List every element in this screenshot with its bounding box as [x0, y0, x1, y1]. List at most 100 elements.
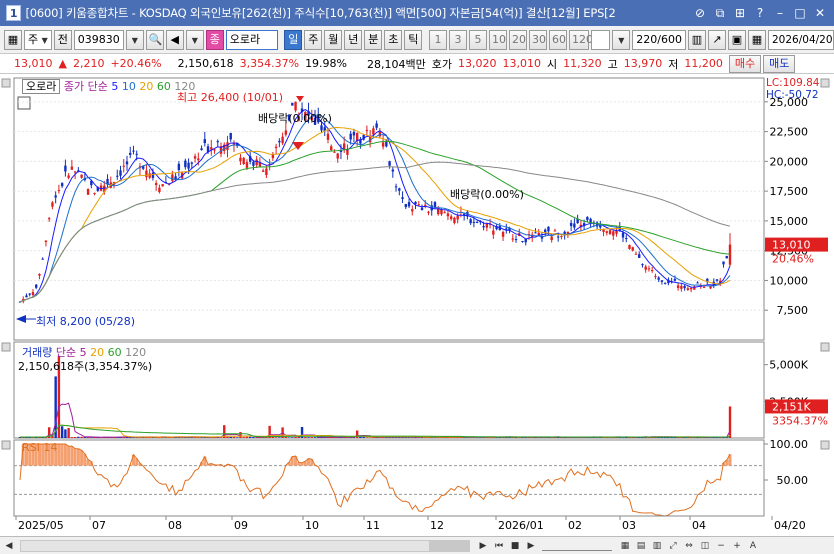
tab-period-year[interactable]: 년 — [344, 29, 363, 50]
interval-20[interactable]: 20 — [509, 29, 527, 50]
candle-body — [407, 202, 411, 207]
zoom-icon[interactable]: ▥ — [688, 29, 706, 50]
menu-grid-icon[interactable]: ▦ — [4, 29, 22, 50]
volume-bar — [284, 436, 288, 438]
candle-body — [440, 209, 443, 215]
candle-body — [550, 236, 553, 241]
date-input[interactable]: 2026/04/20 — [768, 29, 834, 50]
zoom-in-icon[interactable]: + — [730, 539, 744, 553]
stock-chart-svg[interactable]: 25,00022,50020,00017,50015,00012,50010,0… — [0, 74, 834, 536]
first-page-icon[interactable]: ⏮ — [492, 539, 506, 553]
rsi-panel-frame — [13, 439, 765, 517]
candle-body — [644, 266, 647, 270]
speed-slider[interactable] — [542, 541, 612, 551]
lock-icon[interactable]: ◫ — [698, 539, 712, 553]
link-icon[interactable]: ⊘ — [692, 5, 708, 21]
interval-120[interactable]: 120 — [569, 29, 593, 50]
x-axis-label: 10 — [305, 519, 319, 532]
interval-60[interactable]: 60 — [549, 29, 567, 50]
candle-body — [453, 217, 456, 224]
candle-body — [239, 157, 242, 162]
tab-period-week[interactable]: 주 — [304, 29, 323, 50]
custom-interval-input[interactable] — [591, 29, 611, 50]
low-label: 저 — [668, 57, 679, 71]
candle-body — [456, 215, 459, 220]
interval-30[interactable]: 30 — [529, 29, 547, 50]
volume-bar — [291, 437, 294, 438]
scroll-left-icon[interactable]: ◀ — [2, 539, 16, 553]
candle-body — [437, 208, 440, 215]
scroll-thumb[interactable] — [429, 540, 469, 551]
close-icon[interactable]: ✕ — [812, 5, 828, 21]
chart-area[interactable]: 25,00022,50020,00017,50015,00012,50010,0… — [0, 74, 834, 536]
zoom-out-icon[interactable]: − — [714, 539, 728, 553]
candle-body — [696, 282, 699, 284]
restore-icon[interactable]: ⧉ — [712, 5, 728, 21]
stock-label[interactable]: 오로라 — [22, 79, 61, 94]
candle-body — [352, 131, 356, 136]
candle-body — [547, 226, 550, 232]
save-icon[interactable]: ▣ — [728, 29, 746, 50]
interval-dropdown-icon[interactable]: ▼ — [612, 29, 631, 50]
rsi-y-tick-label: 50.00 — [777, 474, 809, 487]
font-size-icon[interactable]: A — [746, 539, 760, 553]
candle-body — [70, 166, 74, 170]
price-change: 2,210 — [72, 57, 105, 70]
menu-dropdown-icon[interactable]: ▼ — [185, 29, 204, 50]
interval-5[interactable]: 5 — [469, 29, 487, 50]
candle-body — [193, 156, 197, 159]
scope-button[interactable]: 전 — [53, 29, 72, 50]
count-input[interactable]: 220/600 — [632, 29, 686, 50]
candle-body — [404, 204, 407, 208]
stop-icon[interactable]: ■ — [508, 539, 522, 553]
tab-period-tick[interactable]: 틱 — [404, 29, 423, 50]
pin-icon[interactable]: ⊞ — [732, 5, 748, 21]
interval-10[interactable]: 10 — [489, 29, 507, 50]
candle-body — [573, 223, 576, 228]
candle-body — [388, 161, 391, 166]
type-select[interactable]: 주 ▼ — [24, 29, 52, 50]
volume-bar — [278, 437, 281, 438]
expand-icon[interactable]: ⇔ — [682, 539, 696, 553]
next-page-icon[interactable]: ▶ — [524, 539, 538, 553]
draw-tool-icon[interactable]: ↗ — [708, 29, 726, 50]
scroll-track[interactable] — [20, 539, 470, 552]
candle-body — [485, 223, 489, 228]
panel-view-icon[interactable]: ▥ — [650, 539, 664, 553]
interval-1[interactable]: 1 — [429, 29, 447, 50]
tile-view-icon[interactable]: ▤ — [634, 539, 648, 553]
tab-period-second[interactable]: 초 — [384, 29, 403, 50]
volume-bar — [60, 426, 64, 438]
x-axis-label: 07 — [92, 519, 106, 532]
stock-name-field[interactable]: 오로라 — [225, 29, 278, 50]
candle-body — [628, 245, 631, 249]
calendar-icon[interactable]: ▦ — [748, 29, 766, 50]
candle-body — [650, 270, 654, 272]
candle-body — [336, 153, 339, 159]
tab-period-day[interactable]: 일 — [284, 29, 303, 50]
buy-button[interactable]: 매수 — [728, 54, 762, 73]
minimize-icon[interactable]: – — [772, 5, 788, 21]
candle-body — [229, 132, 232, 140]
grid-view-icon[interactable]: ▦ — [618, 539, 632, 553]
candle-body — [64, 165, 67, 172]
sell-button[interactable]: 매도 — [763, 54, 796, 73]
bottom-scrollbar[interactable]: ◀ ▶ ⏮ ■ ▶ ▦ ▤ ▥ ⤢ ⇔ ◫ − + A — [0, 536, 834, 554]
code-dropdown-icon[interactable]: ▼ — [125, 29, 144, 50]
magnifier-icon[interactable]: 🔍 — [145, 29, 164, 50]
candle-body — [203, 139, 206, 144]
tab-period-minute[interactable]: 분 — [364, 29, 383, 50]
maximize-icon[interactable]: □ — [792, 5, 808, 21]
candle-body — [145, 170, 148, 178]
fit-icon[interactable]: ⤢ — [666, 539, 680, 553]
candle-body — [608, 230, 612, 235]
stock-code-input[interactable]: 039830 — [73, 29, 124, 50]
interval-3[interactable]: 3 — [449, 29, 467, 50]
tab-period-month[interactable]: 월 — [324, 29, 343, 50]
rsi-panel-collapse-icon — [1, 440, 11, 450]
speaker-icon[interactable]: ◀ — [165, 29, 184, 50]
help-icon[interactable]: ? — [752, 5, 768, 21]
scroll-right-icon[interactable]: ▶ — [476, 539, 490, 553]
low-price: 11,200 — [684, 57, 723, 70]
candle-body — [242, 157, 245, 165]
